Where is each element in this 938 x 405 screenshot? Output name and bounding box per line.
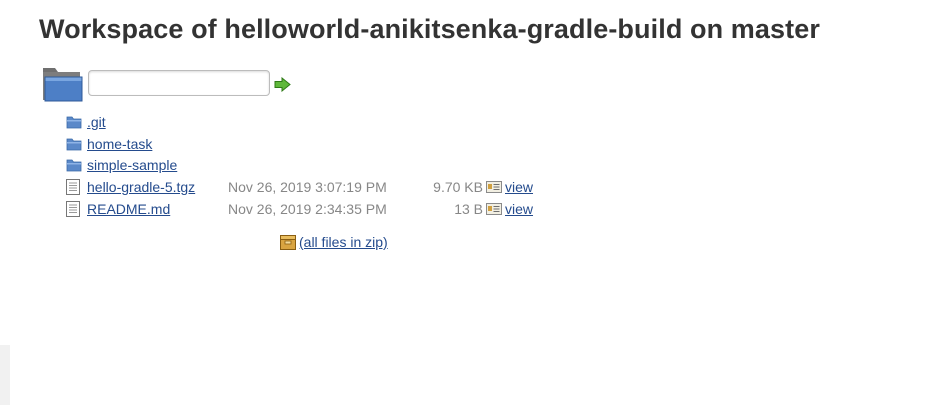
zip-download: (all files in zip) xyxy=(280,234,388,250)
view-link[interactable]: view xyxy=(505,201,533,217)
file-link-readme[interactable]: README.md xyxy=(87,201,170,217)
side-edge-panel xyxy=(0,345,10,405)
archive-icon xyxy=(280,235,296,250)
folder-icon xyxy=(43,68,83,102)
view-icon xyxy=(486,202,502,215)
list-item: simple-sample xyxy=(66,154,533,176)
view-link[interactable]: view xyxy=(505,179,533,195)
path-input[interactable] xyxy=(88,70,270,96)
folder-link-simple-sample[interactable]: simple-sample xyxy=(87,157,177,173)
table-row: hello-gradle-5.tgz Nov 26, 2019 3:07:19 … xyxy=(66,176,533,198)
green-arrow-icon[interactable] xyxy=(274,77,291,92)
file-date: Nov 26, 2019 2:34:35 PM xyxy=(228,200,387,217)
path-bar xyxy=(41,64,301,104)
table-row: README.md Nov 26, 2019 2:34:35 PM 13 B v… xyxy=(66,198,533,220)
page-title: Workspace of helloworld-anikitsenka-grad… xyxy=(39,14,820,44)
file-size: 13 B xyxy=(454,200,483,217)
file-size: 9.70 KB xyxy=(433,178,483,195)
file-list: .git home-task simple-sample hello-gradl… xyxy=(66,111,533,219)
all-files-zip-link[interactable]: (all files in zip) xyxy=(299,234,388,250)
file-date: Nov 26, 2019 3:07:19 PM xyxy=(228,178,387,195)
folder-icon xyxy=(66,138,82,150)
document-icon xyxy=(66,178,80,195)
document-icon xyxy=(66,200,80,217)
folder-link-git[interactable]: .git xyxy=(87,114,106,130)
list-item: .git xyxy=(66,111,533,133)
list-item: home-task xyxy=(66,133,533,155)
folder-icon xyxy=(66,116,82,129)
file-link-hello-gradle[interactable]: hello-gradle-5.tgz xyxy=(87,179,195,195)
folder-link-home-task[interactable]: home-task xyxy=(87,136,152,152)
folder-icon xyxy=(66,159,82,172)
view-icon xyxy=(486,180,502,193)
